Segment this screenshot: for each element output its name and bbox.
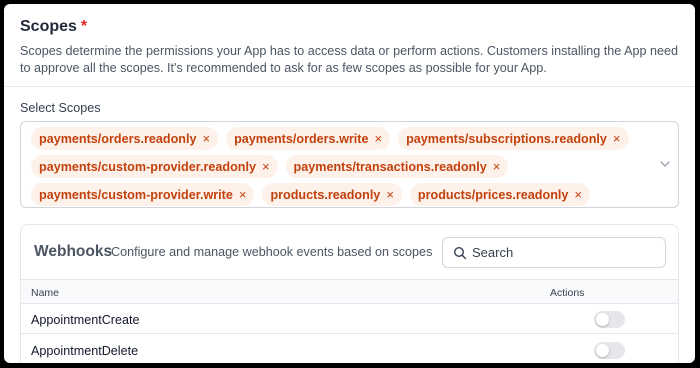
scopes-header: Scopes * Scopes determine the permission…	[20, 18, 681, 77]
scope-tag: payments/transactions.readonly ×	[285, 155, 509, 178]
remove-tag-icon[interactable]: ×	[262, 159, 270, 174]
chevron-down-icon[interactable]	[659, 158, 671, 170]
remove-tag-icon[interactable]: ×	[574, 187, 582, 202]
remove-tag-icon[interactable]: ×	[239, 187, 247, 202]
search-placeholder: Search	[472, 245, 514, 260]
scope-tag: payments/custom-provider.write ×	[31, 183, 255, 206]
webhook-name: AppointmentDelete	[31, 344, 139, 358]
webhook-toggle[interactable]	[594, 342, 625, 359]
webhook-name: AppointmentCreate	[31, 313, 140, 327]
scope-tag: payments/subscriptions.readonly ×	[398, 127, 629, 150]
table-row: AppointmentDelete	[21, 335, 678, 363]
scope-tag-label: products/prices.readonly	[417, 187, 569, 202]
webhooks-title: Webhooks	[34, 243, 113, 260]
divider	[4, 86, 695, 87]
scope-tag: payments/orders.readonly ×	[31, 127, 219, 150]
table-row: AppointmentCreate	[21, 304, 678, 334]
scopes-description: Scopes determine the permissions your Ap…	[20, 44, 679, 75]
search-icon	[453, 246, 467, 259]
scope-tag-label: payments/custom-provider.write	[39, 187, 233, 202]
scopes-title-text: Scopes	[20, 18, 77, 35]
column-header-actions: Actions	[550, 287, 585, 299]
select-scopes-label: Select Scopes	[20, 101, 101, 115]
remove-tag-icon[interactable]: ×	[386, 187, 394, 202]
remove-tag-icon[interactable]: ×	[202, 131, 210, 146]
scopes-multiselect[interactable]: payments/orders.readonly × payments/order…	[20, 121, 679, 208]
scope-tag: payments/orders.write ×	[226, 127, 391, 150]
scope-tag-label: payments/custom-provider.readonly	[39, 159, 256, 174]
webhooks-subtitle: Configure and manage webhook events base…	[111, 245, 433, 259]
webhooks-table-header: Name Actions	[21, 279, 678, 304]
webhooks-search-input[interactable]: Search	[442, 237, 666, 268]
scope-tag: products/prices.readonly ×	[409, 183, 590, 206]
scope-tag-label: payments/transactions.readonly	[293, 159, 487, 174]
webhook-toggle[interactable]	[594, 311, 625, 328]
scope-tag-label: payments/orders.readonly	[39, 131, 197, 146]
scope-tag-label: products.readonly	[270, 187, 381, 202]
scopes-title: Scopes *	[20, 18, 681, 36]
scope-tag: payments/custom-provider.readonly ×	[31, 155, 278, 178]
remove-tag-icon[interactable]: ×	[493, 159, 501, 174]
toggle-knob	[596, 344, 609, 357]
required-marker: *	[80, 18, 88, 35]
scope-tag-label: payments/orders.write	[234, 131, 369, 146]
column-header-name: Name	[31, 287, 60, 299]
webhooks-card: Webhooks Configure and manage webhook ev…	[20, 224, 679, 363]
scope-tag: products.readonly ×	[262, 183, 402, 206]
scope-tag-label: payments/subscriptions.readonly	[406, 131, 607, 146]
toggle-knob	[596, 313, 609, 326]
app-frame: Scopes * Scopes determine the permission…	[4, 4, 695, 363]
remove-tag-icon[interactable]: ×	[374, 131, 382, 146]
remove-tag-icon[interactable]: ×	[613, 131, 621, 146]
selected-scope-tags: payments/orders.readonly × payments/order…	[31, 127, 648, 206]
